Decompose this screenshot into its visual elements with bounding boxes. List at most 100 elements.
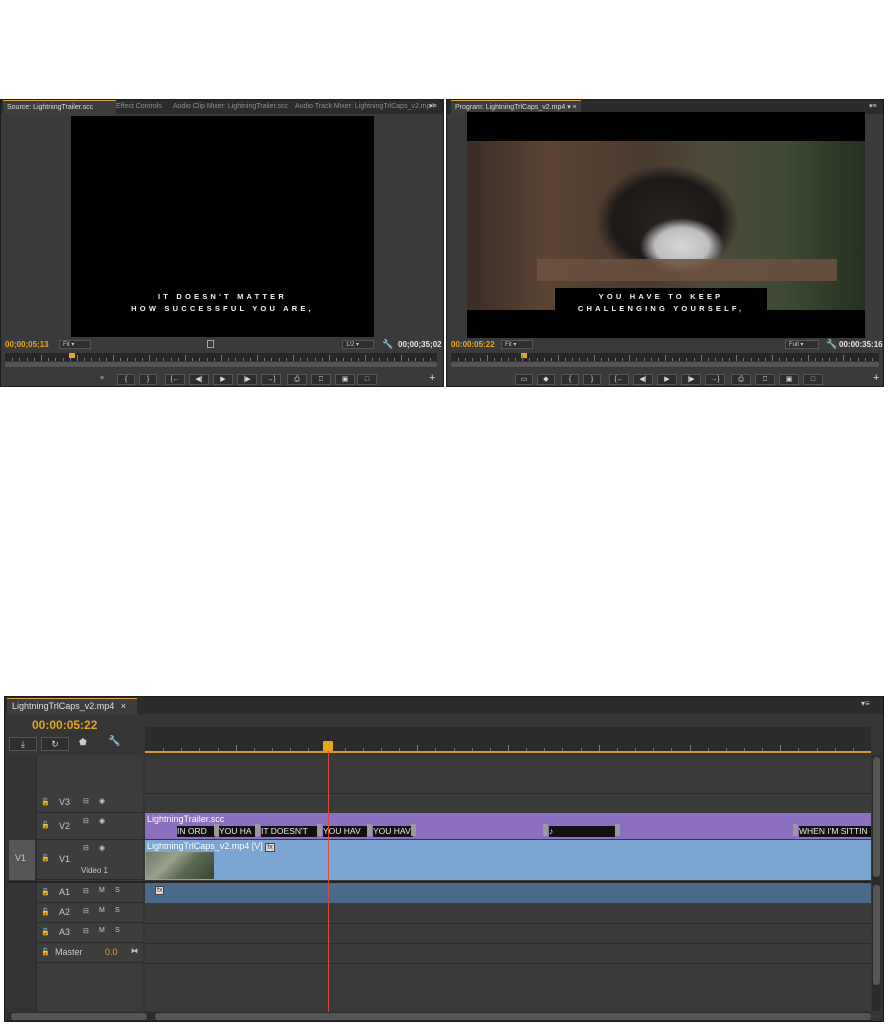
- caption-marker[interactable]: [411, 824, 416, 836]
- export-frame-button[interactable]: ▣: [779, 374, 799, 385]
- lock-icon[interactable]: 🔓: [41, 908, 50, 916]
- caption-segment[interactable]: ♪: [549, 826, 615, 837]
- go-to-in-button[interactable]: {←: [165, 374, 185, 385]
- step-forward-button[interactable]: |▶: [681, 374, 701, 385]
- program-current-timecode[interactable]: 00:00:05:22: [451, 340, 495, 349]
- step-forward-button[interactable]: |▶: [237, 374, 257, 385]
- caption-marker[interactable]: [793, 824, 798, 836]
- sync-lock-icon[interactable]: ⊟: [83, 887, 89, 895]
- wrench-icon[interactable]: 🔧: [108, 736, 120, 747]
- source-zoom-select[interactable]: Fit ▾: [59, 340, 91, 349]
- sync-lock-icon[interactable]: ⊟: [83, 844, 89, 852]
- go-to-out-button[interactable]: →}: [261, 374, 281, 385]
- source-patch-v1[interactable]: V1: [9, 840, 35, 880]
- wrench-icon[interactable]: 🔧: [826, 339, 837, 350]
- go-to-in-button[interactable]: {←: [609, 374, 629, 385]
- mark-out-button[interactable]: }: [139, 374, 157, 385]
- caption-marker[interactable]: [367, 824, 372, 836]
- lock-icon[interactable]: 🔓: [41, 854, 50, 862]
- tab-source[interactable]: Source: LightningTrailer.scc: [3, 100, 116, 115]
- vertical-scrollbar[interactable]: [872, 755, 881, 1011]
- lock-icon[interactable]: 🔓: [41, 821, 50, 829]
- source-current-timecode[interactable]: 00;00;05;13: [5, 340, 49, 349]
- captions-button[interactable]: □: [357, 374, 377, 385]
- step-back-button[interactable]: ◀|: [189, 374, 209, 385]
- caption-marker[interactable]: [255, 824, 260, 836]
- mute-button[interactable]: M: [99, 927, 105, 934]
- program-resolution-select[interactable]: Full ▾: [785, 340, 819, 349]
- mark-out-button[interactable]: }: [583, 374, 601, 385]
- step-back-button[interactable]: ◀|: [633, 374, 653, 385]
- solo-button[interactable]: S: [115, 927, 120, 934]
- caption-segment[interactable]: YOU HAV: [323, 826, 367, 837]
- captions-button[interactable]: □: [803, 374, 823, 385]
- source-scrollbar[interactable]: [5, 362, 437, 367]
- source-time-ruler[interactable]: [5, 353, 437, 361]
- program-zoom-select[interactable]: Fit ▾: [501, 340, 533, 349]
- marker-button[interactable]: ♥: [95, 374, 109, 385]
- eye-icon[interactable]: ◉: [99, 817, 105, 825]
- program-time-ruler[interactable]: [451, 353, 879, 361]
- caption-segment[interactable]: IN ORD: [177, 826, 215, 837]
- playhead-line[interactable]: [328, 751, 329, 1013]
- timeline-ruler[interactable]: [145, 727, 871, 753]
- snap-icon[interactable]: ⤓: [9, 737, 37, 751]
- play-button[interactable]: ▶: [657, 374, 677, 385]
- source-add-button[interactable]: +: [429, 372, 435, 384]
- panel-menu-icon[interactable]: ▾≡: [429, 100, 437, 114]
- caption-marker[interactable]: [615, 824, 620, 836]
- sync-lock-icon[interactable]: ⊟: [83, 927, 89, 935]
- tab-audio-clip-mixer[interactable]: Audio Clip Mixer: LightningTrailer.scc: [169, 100, 297, 114]
- lock-icon[interactable]: 🔓: [41, 928, 50, 936]
- mark-in-button[interactable]: {: [561, 374, 579, 385]
- lock-icon[interactable]: 🔓: [41, 948, 50, 956]
- close-icon[interactable]: ×: [121, 701, 126, 711]
- extract-button[interactable]: ⎕: [755, 374, 775, 385]
- solo-button[interactable]: S: [115, 887, 120, 894]
- go-to-end-icon[interactable]: ⧓: [131, 947, 138, 955]
- overwrite-button[interactable]: ⎕: [311, 374, 331, 385]
- scroll-thumb[interactable]: [11, 1013, 147, 1020]
- caption-segment[interactable]: WHEN I'M SITTIN: [799, 826, 871, 837]
- caption-segment[interactable]: YOU HA: [219, 826, 255, 837]
- tab-effect-controls[interactable]: Effect Controls: [112, 100, 175, 114]
- insert-button[interactable]: ⎙: [287, 374, 307, 385]
- caption-segment[interactable]: IT DOESN'T: [261, 826, 317, 837]
- scroll-thumb[interactable]: [873, 757, 880, 877]
- caption-marker[interactable]: [317, 824, 322, 836]
- eye-icon[interactable]: ◉: [99, 844, 105, 852]
- solo-button[interactable]: S: [115, 907, 120, 914]
- tab-audio-track-mixer[interactable]: Audio Track Mixer: LightningTrlCaps_v2.m…: [291, 100, 435, 114]
- audio-clip[interactable]: fx: [145, 883, 871, 903]
- lock-icon[interactable]: 🔓: [41, 888, 50, 896]
- program-scrollbar[interactable]: [451, 362, 879, 367]
- safe-margins-button[interactable]: ▭: [515, 374, 533, 385]
- source-resolution-select[interactable]: 1/2 ▾: [342, 340, 374, 349]
- sync-lock-icon[interactable]: ⊟: [83, 817, 89, 825]
- linked-selection-icon[interactable]: ↻: [41, 737, 69, 751]
- panel-menu-icon[interactable]: ▾≡: [861, 699, 870, 708]
- caption-clip[interactable]: LightningTrailer.scc IN ORD YOU HA IT DO…: [145, 813, 871, 839]
- timeline-timecode[interactable]: 00:00:05:22: [32, 718, 97, 732]
- export-frame-button[interactable]: ▣: [335, 374, 355, 385]
- add-marker-icon[interactable]: ⬟: [79, 737, 87, 748]
- program-add-button[interactable]: +: [873, 372, 879, 384]
- panel-menu-icon[interactable]: ▾≡: [869, 100, 877, 114]
- video-clip[interactable]: LightningTrlCaps_v2.mp4 [V] fx: [145, 840, 871, 880]
- horizontal-scrollbar[interactable]: [7, 1012, 871, 1021]
- scroll-thumb[interactable]: [873, 885, 880, 985]
- mark-in-button[interactable]: {: [117, 374, 135, 385]
- lock-icon[interactable]: 🔓: [41, 798, 50, 806]
- go-to-out-button[interactable]: →}: [705, 374, 725, 385]
- scroll-thumb[interactable]: [155, 1013, 871, 1020]
- eye-icon[interactable]: ◉: [99, 797, 105, 805]
- wrench-icon[interactable]: 🔧: [382, 339, 393, 350]
- sync-lock-icon[interactable]: ⊟: [83, 797, 89, 805]
- play-button[interactable]: ▶: [213, 374, 233, 385]
- lift-button[interactable]: ⎙: [731, 374, 751, 385]
- mute-button[interactable]: M: [99, 887, 105, 894]
- playhead-icon[interactable]: [323, 741, 333, 751]
- caption-segment[interactable]: YOU HAV: [373, 826, 413, 837]
- film-strip-icon[interactable]: [207, 340, 214, 348]
- mute-button[interactable]: M: [99, 907, 105, 914]
